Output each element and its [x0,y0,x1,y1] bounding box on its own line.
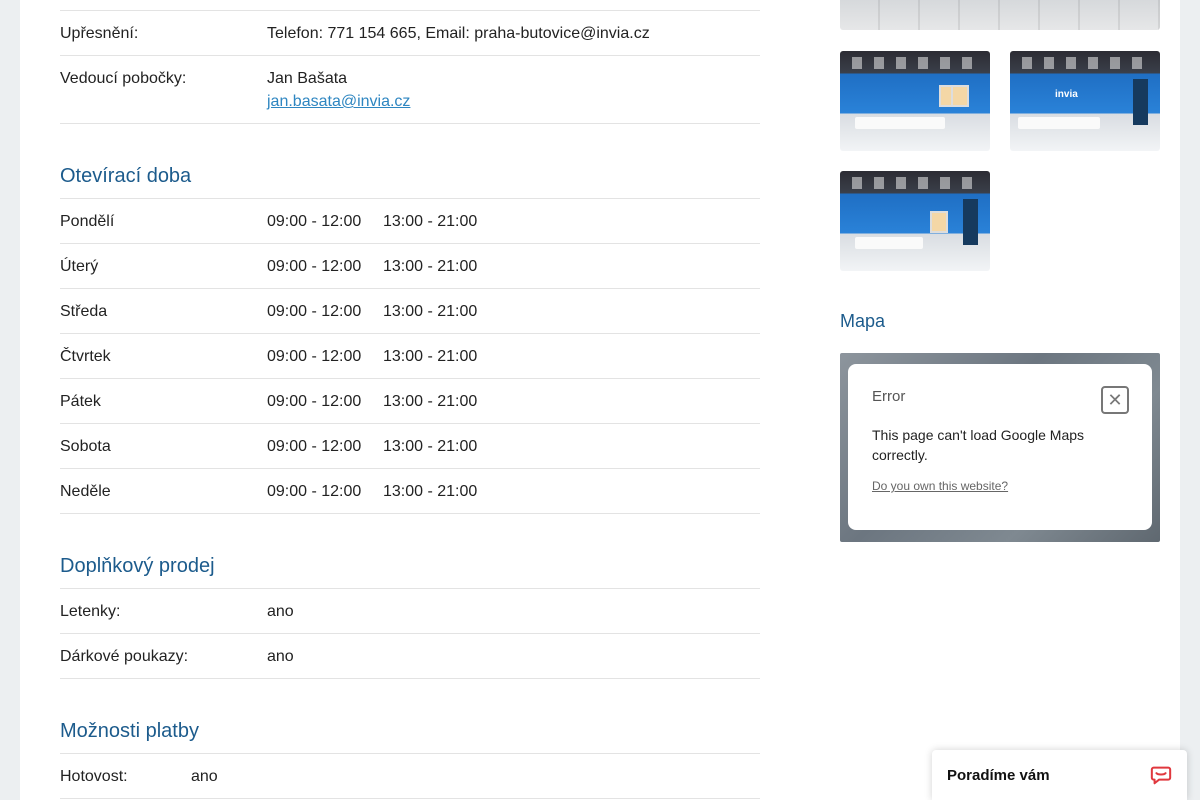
map-error-message: This page can't load Google Maps correct… [872,427,1085,463]
day-label: Sobota [60,438,111,455]
day-label: Středa [60,303,108,320]
afternoon-hours: 13:00 - 21:00 [383,213,478,230]
extra-sales-label: Dárkové poukazy: [60,648,189,665]
detail-row-contact: Upřesnění: Telefon: 771 154 665, Email: … [60,11,760,56]
map-error-title: Error [872,388,906,405]
payment-row: Hotovost: ano [60,754,760,799]
map-embed[interactable]: Error ✕ This page can't load Google Maps… [840,353,1160,542]
payment-value: ano [191,768,218,785]
day-label: Pondělí [60,213,115,230]
hours-row: Pondělí 09:00 - 12:00 13:00 - 21:00 [60,199,760,244]
morning-hours: 09:00 - 12:00 [267,258,362,275]
detail-row-manager: Vedoucí pobočky: Jan Bašata jan.basata@i… [60,56,760,124]
own-website-link[interactable]: Do you own this website? [872,479,1128,493]
morning-hours: 09:00 - 12:00 [267,438,362,455]
afternoon-hours: 13:00 - 21:00 [383,303,478,320]
day-label: Neděle [60,483,111,500]
day-label: Úterý [60,258,99,275]
afternoon-hours: 13:00 - 21:00 [383,438,478,455]
chat-label: Poradíme vám [947,766,1050,784]
chat-widget[interactable]: Poradíme vám [932,750,1187,800]
manager-email-link[interactable]: jan.basata@invia.cz [267,93,410,110]
branch-detail-card: Upřesnění: Telefon: 771 154 665, Email: … [20,0,1180,800]
detail-label: Upřesnění: [60,25,139,42]
gallery-thumbnail[interactable] [840,171,990,271]
day-label: Čtvrtek [60,348,111,365]
morning-hours: 09:00 - 12:00 [267,393,362,410]
hours-row: Neděle 09:00 - 12:00 13:00 - 21:00 [60,469,760,514]
hours-row: Čtvrtek 09:00 - 12:00 13:00 - 21:00 [60,334,760,379]
extra-sales-title: Doplňkový prodej [60,554,760,589]
payment-options-title: Možnosti platby [60,719,760,754]
opening-hours-table: Pondělí 09:00 - 12:00 13:00 - 21:00 Úterý… [60,199,760,514]
afternoon-hours: 13:00 - 21:00 [383,348,478,365]
close-icon[interactable]: ✕ [1101,386,1129,414]
payment-label: Hotovost: [60,768,128,785]
map-error-dialog: Error ✕ This page can't load Google Maps… [848,364,1152,530]
morning-hours: 09:00 - 12:00 [267,303,362,320]
afternoon-hours: 13:00 - 21:00 [383,483,478,500]
extra-sales-row: Dárkové poukazy: ano [60,634,760,679]
hours-row: Sobota 09:00 - 12:00 13:00 - 21:00 [60,424,760,469]
extra-sales-value: ano [267,648,294,665]
map-title: Mapa [840,311,886,331]
afternoon-hours: 13:00 - 21:00 [383,258,478,275]
gallery-main-photo[interactable] [840,0,1160,30]
hours-row: Úterý 09:00 - 12:00 13:00 - 21:00 [60,244,760,289]
extra-sales-label: Letenky: [60,603,121,620]
gallery-thumbnail[interactable] [840,51,990,151]
chat-bubble-icon[interactable] [1150,764,1172,786]
afternoon-hours: 13:00 - 21:00 [383,393,478,410]
extra-sales-row: Letenky: ano [60,589,760,634]
hours-row: Středa 09:00 - 12:00 13:00 - 21:00 [60,289,760,334]
gallery-thumbnail[interactable]: invia [1010,51,1160,151]
detail-label: Vedoucí pobočky: [60,70,187,87]
hours-row: Pátek 09:00 - 12:00 13:00 - 21:00 [60,379,760,424]
invia-logo: invia [1055,89,1078,100]
morning-hours: 09:00 - 12:00 [267,483,362,500]
detail-value: Telefon: 771 154 665, Email: praha-butov… [267,25,650,42]
morning-hours: 09:00 - 12:00 [267,213,362,230]
morning-hours: 09:00 - 12:00 [267,348,362,365]
branch-info-column: Upřesnění: Telefon: 771 154 665, Email: … [60,0,760,799]
day-label: Pátek [60,393,101,410]
opening-hours-title: Otevírací doba [60,164,760,199]
extra-sales-value: ano [267,603,294,620]
manager-name: Jan Bašata [267,70,348,87]
